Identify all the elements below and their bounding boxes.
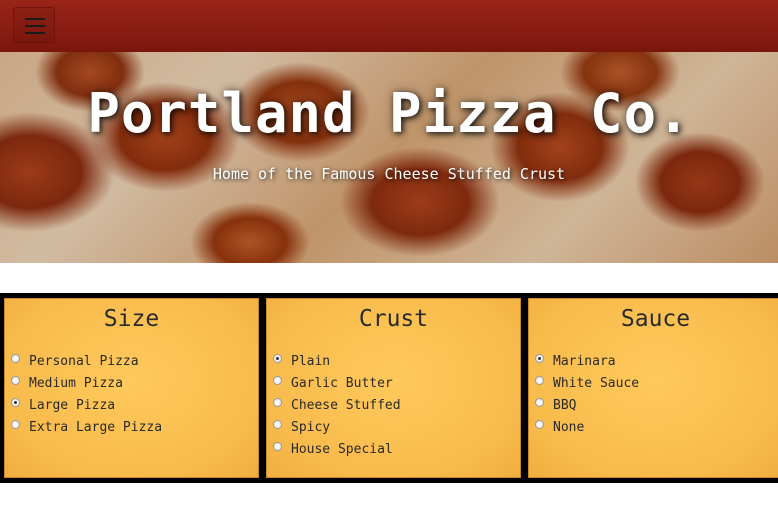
radio-button[interactable] (535, 397, 544, 407)
menu-bar-line (25, 25, 45, 27)
option-label: House Special (291, 441, 393, 457)
radio-button[interactable] (11, 353, 20, 363)
site-title: Portland Pizza Co. (87, 82, 691, 145)
radio-button[interactable] (11, 419, 20, 429)
hero-banner: Portland Pizza Co. Home of the Famous Ch… (0, 52, 778, 263)
crust-option-spicy[interactable]: Spicy (273, 417, 330, 437)
sauce-panel: Sauce Marinara White Sauce BBQ None (528, 298, 778, 478)
pizza-options-section: Size Personal Pizza Medium Pizza Large P… (0, 293, 778, 483)
radio-button[interactable] (273, 441, 282, 451)
radio-button[interactable] (11, 397, 20, 407)
sauce-option-white-sauce[interactable]: White Sauce (535, 373, 639, 393)
crust-option-house-special[interactable]: House Special (273, 439, 393, 459)
option-label: Marinara (553, 353, 616, 369)
sauce-option-marinara[interactable]: Marinara (535, 351, 616, 371)
size-heading: Size (103, 306, 160, 332)
radio-button[interactable] (273, 353, 282, 363)
radio-button[interactable] (273, 375, 282, 385)
option-label: Garlic Butter (291, 375, 393, 391)
sauce-heading: Sauce (620, 306, 691, 332)
option-label: None (553, 419, 585, 435)
crust-option-cheese-stuffed[interactable]: Cheese Stuffed (273, 395, 401, 415)
radio-button[interactable] (273, 419, 282, 429)
sauce-option-bbq[interactable]: BBQ (535, 395, 576, 415)
menu-bar-line (25, 18, 45, 20)
option-label: Medium Pizza (29, 375, 123, 391)
size-panel: Size Personal Pizza Medium Pizza Large P… (4, 298, 259, 478)
size-option-extra-large[interactable]: Extra Large Pizza (11, 417, 162, 437)
radio-button[interactable] (273, 397, 282, 407)
option-label: Spicy (291, 419, 331, 435)
size-option-medium[interactable]: Medium Pizza (11, 373, 123, 393)
option-label: Cheese Stuffed (291, 397, 401, 413)
site-tagline: Home of the Famous Cheese Stuffed Crust (212, 165, 566, 183)
option-label: Plain (291, 353, 331, 369)
option-label: Extra Large Pizza (29, 419, 163, 435)
crust-heading: Crust (358, 306, 429, 332)
top-navbar (0, 0, 778, 52)
crust-option-garlic-butter[interactable]: Garlic Butter (273, 373, 393, 393)
crust-panel: Crust Plain Garlic Butter Cheese Stuffed… (266, 298, 521, 478)
option-label: Personal Pizza (29, 353, 139, 369)
menu-bar-line (25, 32, 45, 34)
option-label: White Sauce (553, 375, 640, 391)
size-option-personal[interactable]: Personal Pizza (11, 351, 139, 371)
hamburger-menu-icon[interactable] (13, 7, 55, 43)
option-label: BBQ (553, 397, 577, 413)
sauce-option-none[interactable]: None (535, 417, 584, 437)
radio-button[interactable] (535, 375, 544, 385)
radio-button[interactable] (535, 419, 544, 429)
crust-option-plain[interactable]: Plain (273, 351, 330, 371)
size-option-large[interactable]: Large Pizza (11, 395, 115, 415)
radio-button[interactable] (11, 375, 20, 385)
radio-button[interactable] (535, 353, 544, 363)
option-label: Large Pizza (29, 397, 116, 413)
